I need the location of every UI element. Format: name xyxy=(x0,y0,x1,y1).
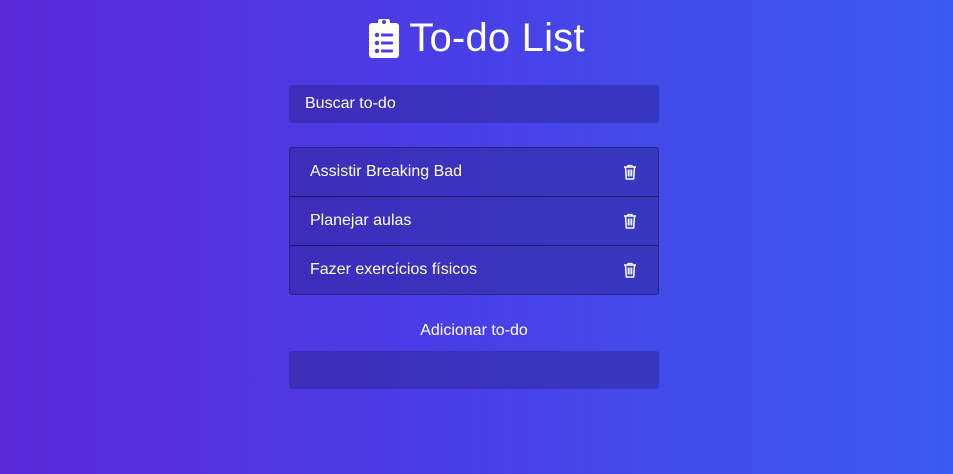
app-header: To-do List xyxy=(0,14,953,62)
todo-item-text: Planejar aulas xyxy=(310,212,412,229)
todo-item: Fazer exercícios físicos xyxy=(290,246,658,294)
clipboard-list-icon xyxy=(368,18,400,58)
add-todo-input[interactable] xyxy=(289,351,659,389)
todo-list: Assistir Breaking Bad Planejar aulas Faz… xyxy=(289,147,659,295)
trash-icon[interactable] xyxy=(622,261,638,279)
page-title: To-do List xyxy=(409,16,585,60)
todo-item-text: Fazer exercícios físicos xyxy=(310,261,478,278)
todo-item: Assistir Breaking Bad xyxy=(290,148,658,197)
todo-item: Planejar aulas xyxy=(290,197,658,246)
search-input[interactable] xyxy=(289,85,659,123)
add-todo-label: Adicionar to-do xyxy=(420,322,528,339)
todo-item-text: Assistir Breaking Bad xyxy=(310,163,463,180)
trash-icon[interactable] xyxy=(622,212,638,230)
add-todo-box xyxy=(289,351,659,389)
trash-icon[interactable] xyxy=(622,163,638,181)
search-box xyxy=(289,85,659,123)
